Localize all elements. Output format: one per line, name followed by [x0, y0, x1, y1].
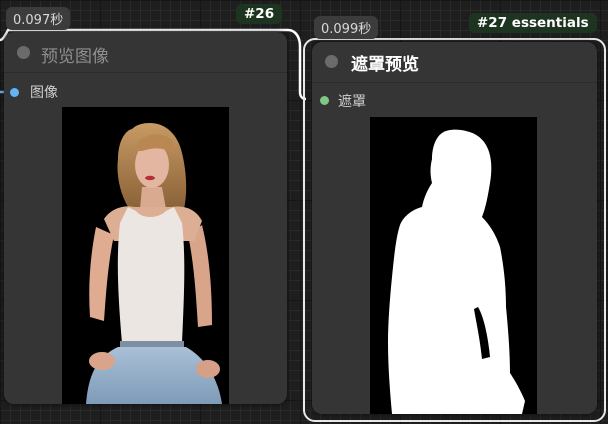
photo-preview-woman-icon: [86, 123, 222, 404]
mask-preview-node[interactable]: 遮罩预览 遮罩: [312, 42, 597, 414]
image-preview: [62, 107, 229, 404]
execution-time-badge: 0.099秒: [314, 16, 379, 39]
node-title: 预览图像: [41, 47, 109, 67]
node-id-badge: #27 essentials: [469, 13, 597, 33]
mask-preview: [370, 117, 537, 414]
node-id-badge: #26: [236, 4, 283, 24]
mask-silhouette-icon: [388, 129, 525, 414]
image-input-label: 图像: [30, 85, 58, 101]
preview-image-node[interactable]: 预览图像 图像: [4, 32, 287, 404]
execution-time-badge: 0.097秒: [6, 7, 71, 30]
node-title: 遮罩预览: [351, 55, 419, 75]
collapse-dot-icon[interactable]: [325, 55, 338, 68]
mask-input-slot[interactable]: [320, 96, 329, 105]
image-input-slot[interactable]: [10, 88, 19, 97]
collapse-dot-icon[interactable]: [17, 46, 30, 59]
node-header[interactable]: 遮罩预览: [312, 42, 597, 83]
mask-input-label: 遮罩: [338, 94, 366, 110]
node-header[interactable]: 预览图像: [4, 32, 287, 73]
